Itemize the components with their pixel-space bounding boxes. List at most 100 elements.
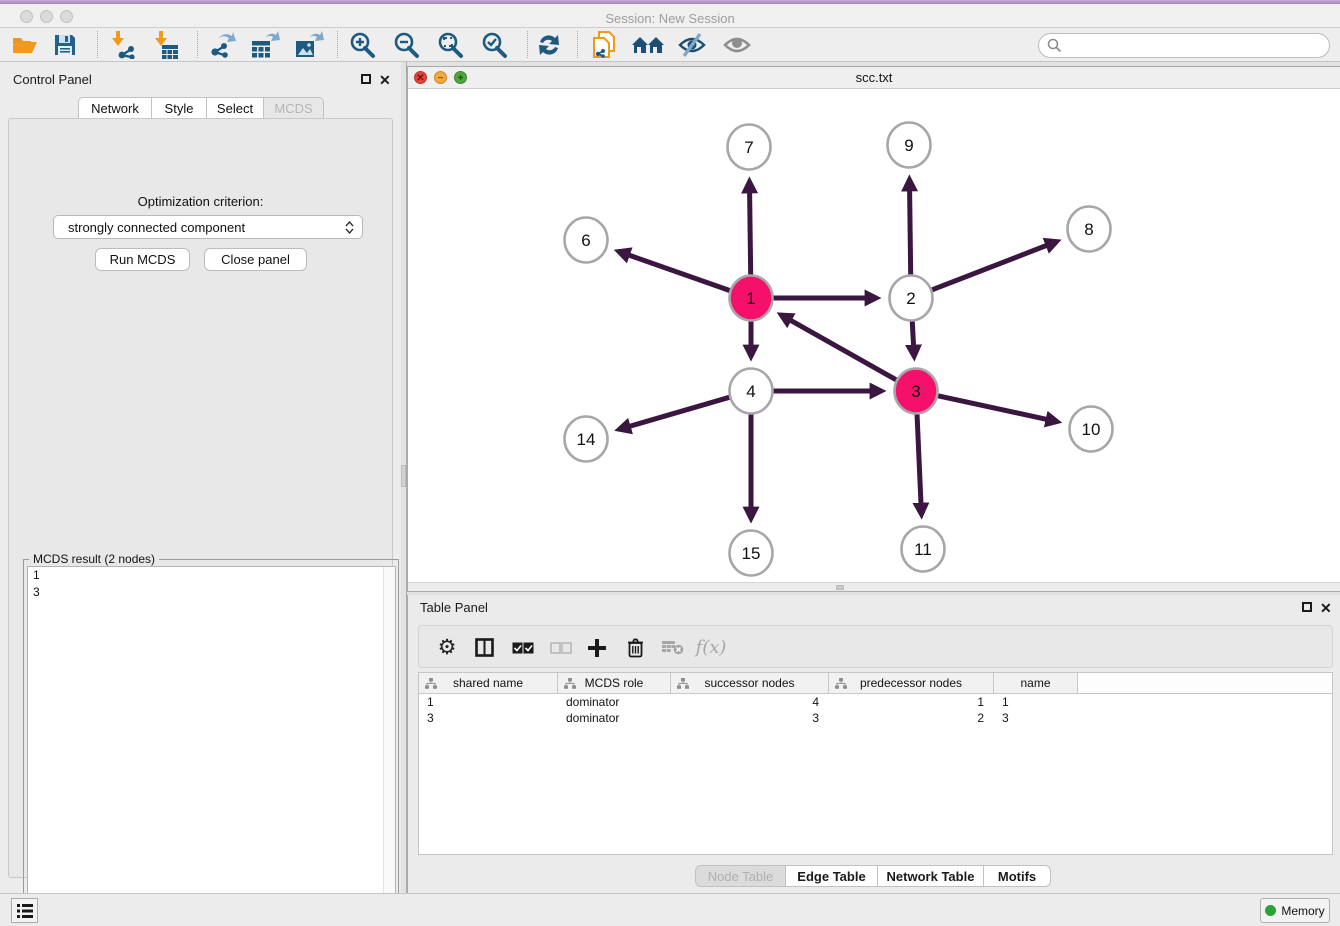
zoom-fit-button[interactable] <box>431 28 469 61</box>
eye-icon <box>722 32 752 58</box>
add-row-button[interactable] <box>579 626 615 669</box>
export-table-button[interactable] <box>246 28 284 61</box>
column-header-label: predecessor nodes <box>829 676 993 690</box>
tab-edge-table[interactable]: Edge Table <box>785 865 877 887</box>
optimization-dropdown[interactable]: strongly connected component <box>53 215 363 239</box>
run-mcds-button[interactable]: Run MCDS <box>95 248 190 271</box>
automation-panel-button[interactable] <box>11 898 38 923</box>
tab-network[interactable]: Network <box>78 97 151 119</box>
result-scrollbar[interactable] <box>383 567 395 926</box>
network-title: scc.txt <box>408 67 1340 89</box>
search-input[interactable] <box>1067 38 1317 53</box>
table-cell[interactable]: 3 <box>671 710 829 726</box>
memory-button[interactable]: Memory <box>1260 898 1330 923</box>
edge-3-10[interactable] <box>922 392 1057 421</box>
table-cell[interactable]: 1 <box>419 694 558 710</box>
save-session-button[interactable] <box>46 28 84 61</box>
delete-row-button[interactable] <box>617 626 653 669</box>
table-cell[interactable]: 3 <box>994 710 1078 726</box>
import-network-button[interactable] <box>104 28 142 61</box>
node-3[interactable]: 3 <box>895 369 938 414</box>
node-4[interactable]: 4 <box>730 369 773 414</box>
hide-details-button[interactable] <box>673 28 711 61</box>
network-canvas[interactable]: 7 9 6 8 1 2 4 3 14 10 15 11 <box>408 89 1339 583</box>
svg-text:10: 10 <box>1082 420 1101 439</box>
save-disk-icon <box>53 33 77 57</box>
column-header-successor-nodes[interactable]: successor nodes <box>671 673 829 694</box>
zoom-out-button[interactable] <box>387 28 425 61</box>
tab-motifs[interactable]: Motifs <box>983 865 1051 887</box>
select-all-button[interactable] <box>505 626 541 669</box>
splitter-grabber[interactable] <box>401 465 406 487</box>
tree-icon <box>564 678 576 689</box>
column-header-MCDS-role[interactable]: MCDS role <box>558 673 671 694</box>
close-panel-button[interactable]: Close panel <box>204 248 307 271</box>
network-from-selection-button[interactable] <box>585 28 623 61</box>
column-header-name[interactable]: name <box>994 673 1078 694</box>
node-14[interactable]: 14 <box>565 417 608 462</box>
table-cell[interactable]: 4 <box>671 694 829 710</box>
edge-3-1[interactable] <box>781 315 911 388</box>
node-1[interactable]: 1 <box>730 276 773 321</box>
tab-node-table[interactable]: Node Table <box>695 865 785 887</box>
toolbar-separator <box>197 31 198 58</box>
checked-boxes-icon <box>512 642 534 654</box>
table-row[interactable]: 1dominator411 <box>419 694 1332 710</box>
mcds-result-box: MCDS result (2 nodes) 13 <box>23 559 399 926</box>
node-8[interactable]: 8 <box>1068 207 1111 252</box>
table-cell[interactable]: 1 <box>829 694 994 710</box>
edge-2-8[interactable] <box>917 241 1057 295</box>
node-6[interactable]: 6 <box>565 218 608 263</box>
apply-layout-button[interactable] <box>530 28 568 61</box>
network-window-titlebar[interactable]: ✕ − + scc.txt <box>408 67 1340 89</box>
node-7[interactable]: 7 <box>728 125 771 170</box>
first-neighbors-button[interactable] <box>629 28 667 61</box>
column-header-predecessor-nodes[interactable]: predecessor nodes <box>829 673 994 694</box>
close-panel-icon[interactable]: ✕ <box>379 75 391 85</box>
mcds-result-textarea[interactable]: 13 <box>27 566 396 926</box>
tab-style[interactable]: Style <box>151 97 206 119</box>
zoom-in-button[interactable] <box>343 28 381 61</box>
import-table-button[interactable] <box>147 28 185 61</box>
export-image-button[interactable] <box>290 28 328 61</box>
table-cell[interactable]: 1 <box>994 694 1078 710</box>
function-builder-button[interactable]: f(x) <box>693 626 729 669</box>
deselect-all-button[interactable] <box>543 626 579 669</box>
table-panel: Table Panel ✕ ⚙ f(x) shared nameMCDS rol… <box>407 595 1340 893</box>
column-header-shared-name[interactable]: shared name <box>419 673 558 694</box>
table-settings-button[interactable]: ⚙ <box>429 626 465 669</box>
node-10[interactable]: 10 <box>1070 407 1113 452</box>
tab-mcds[interactable]: MCDS <box>263 97 324 119</box>
edge-4-14[interactable] <box>619 393 745 430</box>
float-table-panel-icon[interactable] <box>1302 602 1312 612</box>
table-cell[interactable]: dominator <box>558 710 671 726</box>
export-network-icon <box>208 31 236 59</box>
node-2[interactable]: 2 <box>890 276 933 321</box>
unchecked-boxes-icon <box>550 642 572 654</box>
table-cell[interactable]: 3 <box>419 710 558 726</box>
network-splitter-grabber[interactable] <box>836 585 844 590</box>
node-15[interactable]: 15 <box>730 531 773 576</box>
edge-1-6[interactable] <box>619 251 746 296</box>
close-table-panel-icon[interactable]: ✕ <box>1320 603 1332 613</box>
node-9[interactable]: 9 <box>888 123 931 168</box>
svg-text:4: 4 <box>746 382 755 401</box>
delete-column-button[interactable] <box>655 626 691 669</box>
table-row[interactable]: 3dominator323 <box>419 710 1332 726</box>
network-bottom-splitter[interactable] <box>408 582 1340 591</box>
tab-select[interactable]: Select <box>206 97 263 119</box>
table-cell[interactable]: 2 <box>829 710 994 726</box>
tab-network-table[interactable]: Network Table <box>877 865 983 887</box>
search-box[interactable] <box>1038 33 1330 58</box>
node-table[interactable]: shared nameMCDS rolesuccessor nodesprede… <box>418 672 1333 855</box>
column-layout-button[interactable] <box>466 626 502 669</box>
gear-icon: ⚙ <box>438 635 457 660</box>
open-session-button[interactable] <box>6 28 44 61</box>
table-cell[interactable]: dominator <box>558 694 671 710</box>
float-panel-icon[interactable] <box>361 74 371 84</box>
show-details-button[interactable] <box>718 28 756 61</box>
zoom-selected-button[interactable] <box>475 28 513 61</box>
export-network-button[interactable] <box>203 28 241 61</box>
node-11[interactable]: 11 <box>902 527 945 572</box>
window-titlebar: Session: New Session <box>0 4 1340 28</box>
